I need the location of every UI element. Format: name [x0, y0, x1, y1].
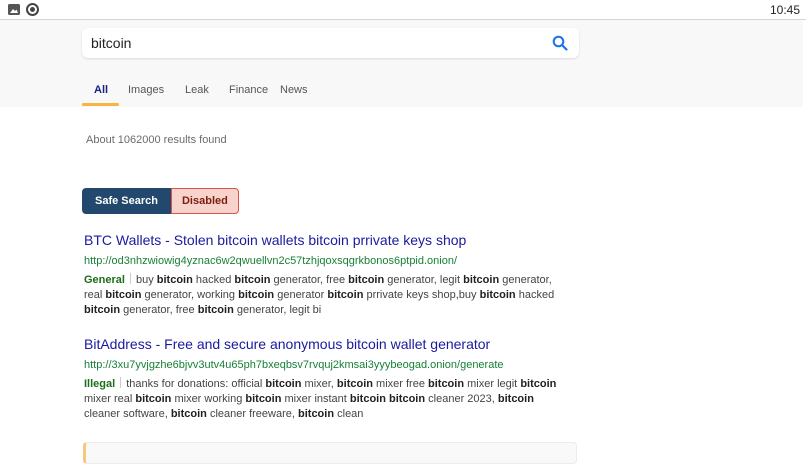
keyword-highlight: bitcoin — [170, 408, 207, 420]
category-divider — [129, 273, 131, 284]
result-url[interactable]: http://3xu7yvjgzhe6bjvv3utv4u65ph7bxeqbs… — [84, 358, 564, 372]
search-input[interactable] — [91, 33, 531, 53]
keyword-highlight: bitcoin — [238, 289, 275, 301]
tab-news[interactable]: News — [280, 84, 308, 96]
keyword-highlight: bitcoin — [265, 378, 302, 390]
tab-leak[interactable]: Leak — [185, 84, 209, 96]
keyword-highlight: bitcoin — [135, 393, 172, 405]
circle-icon — [26, 3, 39, 16]
keyword-highlight: bitcoin — [298, 408, 335, 420]
result-title[interactable]: BitAddress - Free and secure anonymous b… — [84, 335, 564, 353]
tab-images[interactable]: Images — [128, 84, 164, 96]
category-divider — [120, 377, 122, 388]
safe-search-state[interactable]: Disabled — [170, 188, 239, 214]
result-snippet: General buy bitcoin hacked bitcoin genera… — [84, 273, 564, 318]
keyword-highlight: bitcoin — [479, 289, 516, 301]
results-count: About 1062000 results found — [86, 134, 227, 146]
keyword-highlight: bitcoin — [428, 378, 465, 390]
keyword-highlight: bitcoin — [336, 378, 373, 390]
keyword-highlight: bitcoin — [497, 393, 534, 405]
snippet-text: thanks for donations: official bitcoin m… — [84, 378, 557, 420]
safe-search-toggle[interactable]: Safe Search Disabled — [82, 188, 239, 214]
result-category: Illegal — [84, 378, 116, 390]
next-result-card — [83, 442, 577, 464]
keyword-highlight: bitcoin — [389, 393, 426, 405]
result-title[interactable]: BTC Wallets - Stolen bitcoin wallets bit… — [84, 231, 564, 249]
keyword-highlight: bitcoin — [197, 304, 234, 316]
tab-all[interactable]: All — [94, 84, 108, 96]
tab-finance[interactable]: Finance — [229, 84, 268, 96]
keyword-highlight: bitcoin — [349, 393, 386, 405]
search-result: BTC Wallets - Stolen bitcoin wallets bit… — [84, 231, 564, 318]
snippet-text: buy bitcoin hacked bitcoin generator, fr… — [84, 274, 555, 316]
result-snippet: Illegal thanks for donations: official bi… — [84, 377, 564, 422]
keyword-highlight: bitcoin — [348, 274, 385, 286]
keyword-highlight: bitcoin — [327, 289, 364, 301]
result-category: General — [84, 274, 125, 286]
keyword-highlight: bitcoin — [234, 274, 271, 286]
active-tab-indicator — [82, 103, 119, 106]
search-icon[interactable] — [552, 35, 568, 51]
keyword-highlight: bitcoin — [84, 304, 121, 316]
clock: 10:45 — [769, 3, 800, 17]
search-box — [82, 28, 579, 58]
safe-search-label: Safe Search — [82, 188, 171, 214]
result-url[interactable]: http://od3nhzwiowig4yznac6w2qwuellvn2c57… — [84, 254, 564, 268]
keyword-highlight: bitcoin — [520, 378, 557, 390]
keyword-highlight: bitcoin — [156, 274, 193, 286]
keyword-highlight: bitcoin — [245, 393, 282, 405]
search-result: BitAddress - Free and secure anonymous b… — [84, 335, 564, 422]
keyword-highlight: bitcoin — [105, 289, 142, 301]
status-bar: 10:45 — [0, 0, 806, 20]
image-icon — [8, 4, 20, 15]
keyword-highlight: bitcoin — [463, 274, 500, 286]
search-header: All Images Leak Finance News — [0, 20, 803, 107]
